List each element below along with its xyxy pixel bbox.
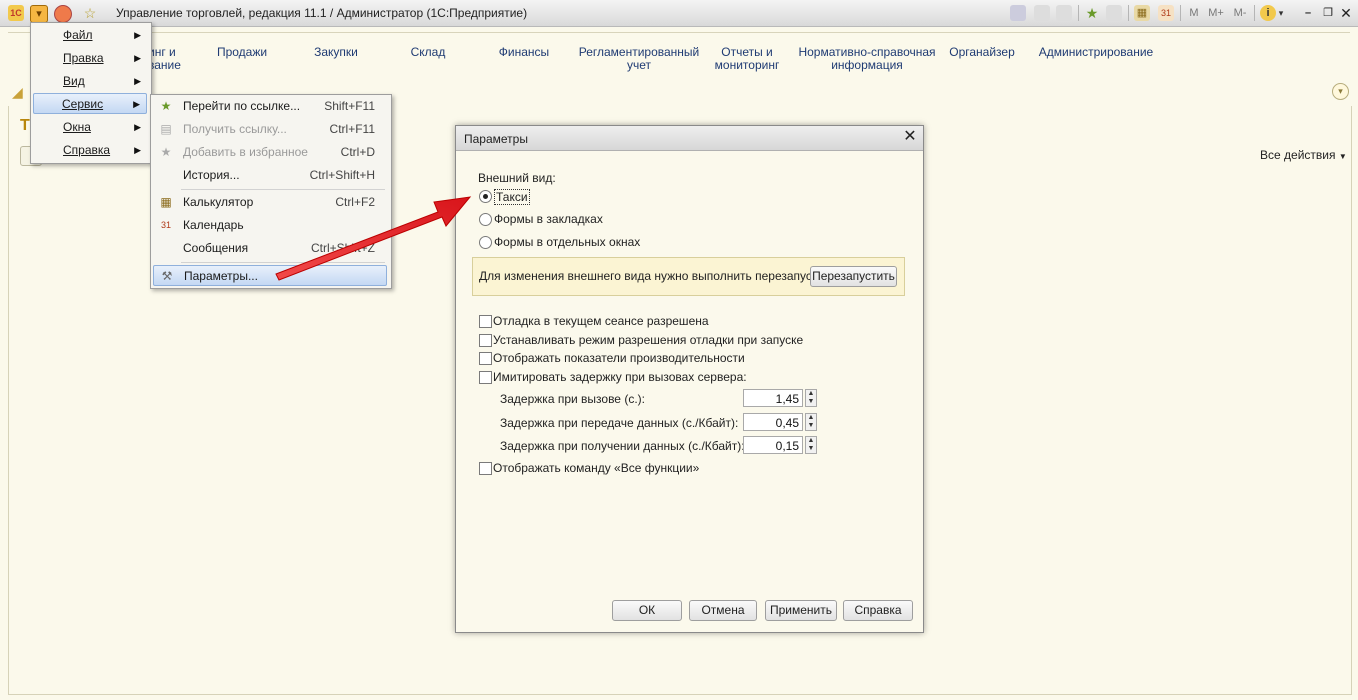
arrow-shape xyxy=(275,196,472,281)
annotation-arrow xyxy=(275,196,472,281)
